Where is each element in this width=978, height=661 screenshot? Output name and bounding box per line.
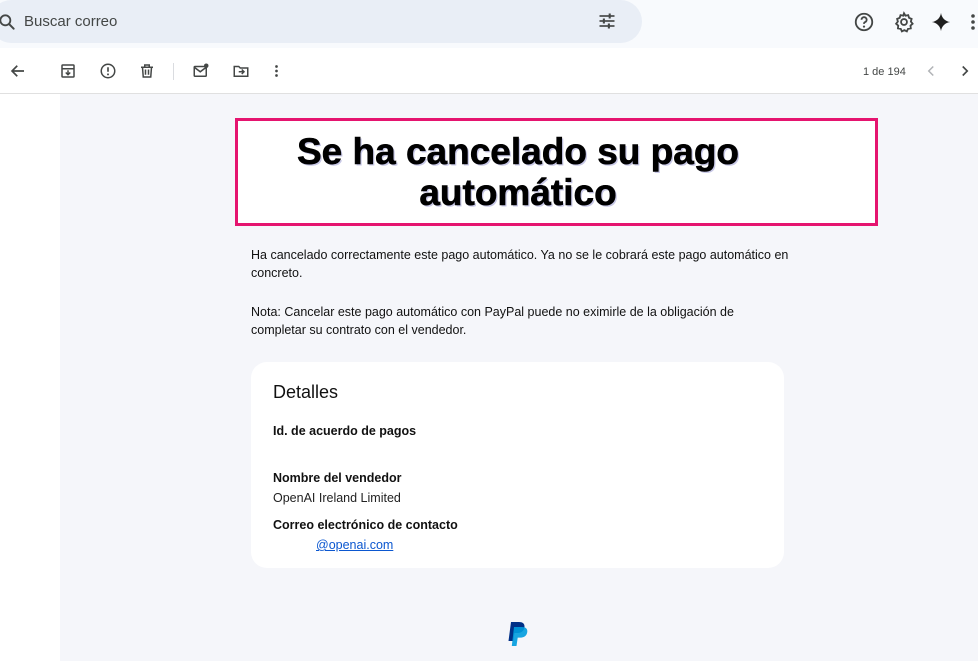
agreement-id-label: Id. de acuerdo de pagos [273, 424, 417, 438]
search-options-icon[interactable] [597, 11, 617, 31]
gemini-sparkle-icon[interactable] [930, 11, 952, 33]
headline-highlight-box: Se ha cancelado su pago automático [235, 118, 878, 226]
gear-icon[interactable] [893, 11, 915, 33]
contact-email-link[interactable]: @openai.com [316, 538, 393, 552]
message-page-count: 1 de 194 [863, 66, 906, 78]
report-spam-icon[interactable] [99, 62, 117, 80]
search-bar[interactable]: Buscar correo [0, 0, 642, 43]
more-vert-icon[interactable] [964, 11, 978, 33]
more-vert-icon[interactable] [268, 62, 282, 80]
archive-icon[interactable] [59, 62, 77, 80]
move-to-icon[interactable] [232, 62, 250, 80]
details-card-title: Detalles [273, 382, 339, 402]
delete-icon[interactable] [138, 62, 156, 80]
back-arrow-icon[interactable] [9, 62, 27, 80]
email-paragraph-confirmation: Ha cancelado correctamente este pago aut… [251, 248, 789, 280]
top-bar: Buscar correo [0, 0, 978, 48]
mark-unread-icon[interactable] [192, 62, 210, 80]
chevron-left-icon[interactable] [922, 62, 940, 80]
toolbar-divider [173, 63, 174, 80]
seller-name-label: Nombre del vendedor [273, 471, 402, 485]
search-icon[interactable] [0, 12, 17, 32]
email-paragraph-note: Nota: Cancelar este pago automático con … [251, 305, 734, 337]
left-gutter [0, 94, 60, 661]
email-headline: Se ha cancelado su pago automático [296, 131, 740, 214]
chevron-right-icon[interactable] [956, 62, 974, 80]
contact-email-label: Correo electrónico de contacto [273, 518, 458, 532]
seller-name-value: OpenAI Ireland Limited [273, 491, 401, 505]
search-input[interactable]: Buscar correo [24, 13, 117, 30]
paypal-logo-icon [508, 622, 528, 646]
message-toolbar: 1 de 194 [0, 48, 978, 94]
details-card: Detalles Id. de acuerdo de pagos Nombre … [251, 362, 784, 568]
help-icon[interactable] [853, 11, 875, 33]
